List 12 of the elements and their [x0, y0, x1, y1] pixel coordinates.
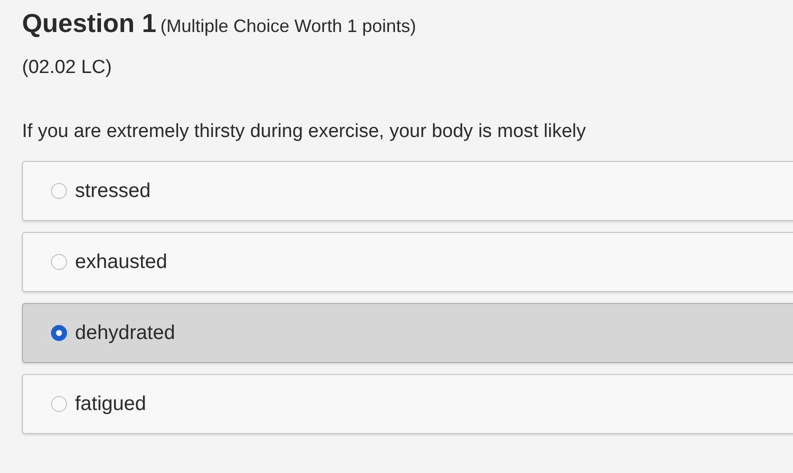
- answer-option[interactable]: stressed: [22, 161, 793, 221]
- answer-option[interactable]: dehydrated: [22, 303, 793, 363]
- radio-button[interactable]: [51, 254, 67, 270]
- question-title: Question 1: [22, 8, 156, 39]
- question-prompt: If you are extremely thirsty during exercise, your body is most likely: [22, 121, 587, 143]
- radio-button[interactable]: [51, 396, 67, 412]
- radio-button[interactable]: [51, 325, 67, 341]
- question-code: (02.02 LC): [22, 57, 113, 79]
- radio-button[interactable]: [51, 183, 67, 199]
- question-meta: (Multiple Choice Worth 1 points): [160, 16, 416, 37]
- answer-option[interactable]: exhausted: [22, 232, 793, 292]
- answer-option[interactable]: fatigued: [22, 374, 793, 434]
